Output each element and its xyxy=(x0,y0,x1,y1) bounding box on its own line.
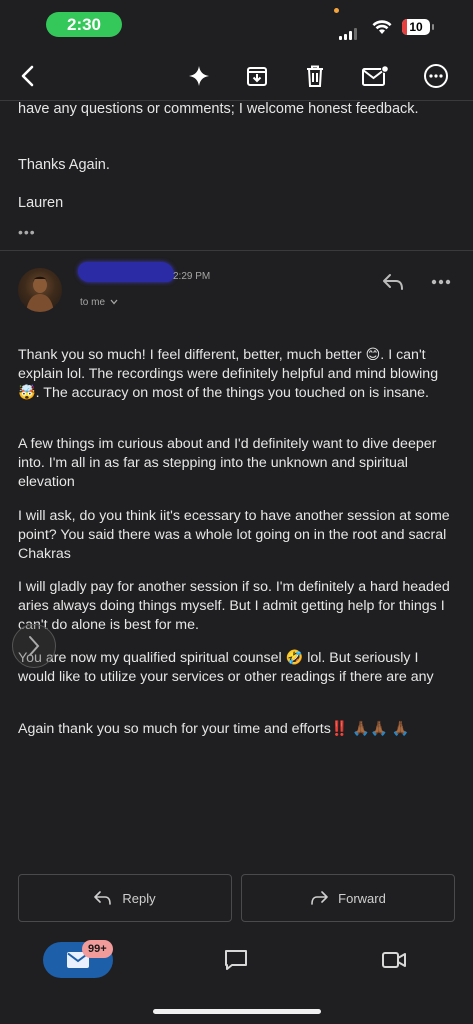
unread-count-badge: 99+ xyxy=(82,940,113,958)
battery-level: 10 xyxy=(409,20,423,34)
forward-label: Forward xyxy=(338,890,386,906)
next-message-button[interactable] xyxy=(12,624,56,668)
sender-name-redacted xyxy=(78,262,174,282)
chevron-down-icon xyxy=(110,299,118,305)
sparkle-icon xyxy=(189,66,209,86)
more-options-button[interactable] xyxy=(416,56,456,96)
message-paragraph: A few things im curious about and I'd de… xyxy=(18,436,437,490)
wifi-icon xyxy=(372,20,392,40)
nav-meet-tab[interactable] xyxy=(380,946,408,974)
trash-icon xyxy=(307,65,323,87)
message-paragraph: I will ask, do you think iit's ecessary … xyxy=(18,508,450,562)
message-paragraph: Thank you so much! I feel different, bet… xyxy=(18,347,439,401)
nav-chat-tab[interactable] xyxy=(222,946,250,974)
sparkle-button[interactable] xyxy=(179,56,219,96)
video-camera-icon xyxy=(382,952,406,968)
reply-icon-button[interactable] xyxy=(376,266,410,298)
show-trimmed-content-button[interactable]: ••• xyxy=(18,224,36,240)
previous-message-closing: Thanks Again. xyxy=(18,157,110,173)
delete-button[interactable] xyxy=(295,56,335,96)
battery-tip xyxy=(432,24,434,30)
sender-avatar[interactable] xyxy=(18,268,62,312)
forward-button[interactable]: Forward xyxy=(241,874,455,922)
previous-message-line: have any questions or comments; I welcom… xyxy=(18,101,419,117)
recipient-details-toggle[interactable]: to me xyxy=(80,297,118,308)
reply-label: Reply xyxy=(122,890,156,906)
status-time: 2:30 xyxy=(46,12,122,37)
message-divider xyxy=(0,250,473,251)
back-button[interactable] xyxy=(8,56,48,96)
chevron-right-icon xyxy=(29,636,40,656)
message-paragraph: You are now my qualified spiritual couns… xyxy=(18,650,434,685)
status-bar: 2:30 10 xyxy=(0,0,473,50)
privacy-indicator xyxy=(334,8,339,13)
more-horizontal-icon xyxy=(431,279,451,285)
battery-icon: 10 xyxy=(402,19,430,35)
mark-unread-icon xyxy=(362,65,389,86)
forward-icon xyxy=(311,891,328,905)
message-paragraph: I will gladly pay for another session if… xyxy=(18,579,450,633)
chat-icon xyxy=(225,950,247,970)
back-arrow-icon xyxy=(21,65,34,87)
archive-button[interactable] xyxy=(237,56,277,96)
message-toolbar xyxy=(0,56,473,100)
mark-unread-button[interactable] xyxy=(355,56,395,96)
home-indicator xyxy=(153,1009,321,1014)
recipient-label: to me xyxy=(80,297,106,308)
message-paragraph: Again thank you so much for your time an… xyxy=(18,721,410,737)
archive-icon xyxy=(247,67,267,86)
reply-icon xyxy=(383,274,403,290)
previous-message-signature: Lauren xyxy=(18,195,64,211)
message-more-button[interactable] xyxy=(424,266,458,298)
cellular-signal-icon xyxy=(339,22,359,40)
bottom-navigation: 99+ xyxy=(0,940,473,990)
message-time: 2:29 PM xyxy=(173,271,211,282)
reply-button[interactable]: Reply xyxy=(18,874,232,922)
reply-icon xyxy=(94,891,112,905)
more-icon xyxy=(424,64,448,88)
